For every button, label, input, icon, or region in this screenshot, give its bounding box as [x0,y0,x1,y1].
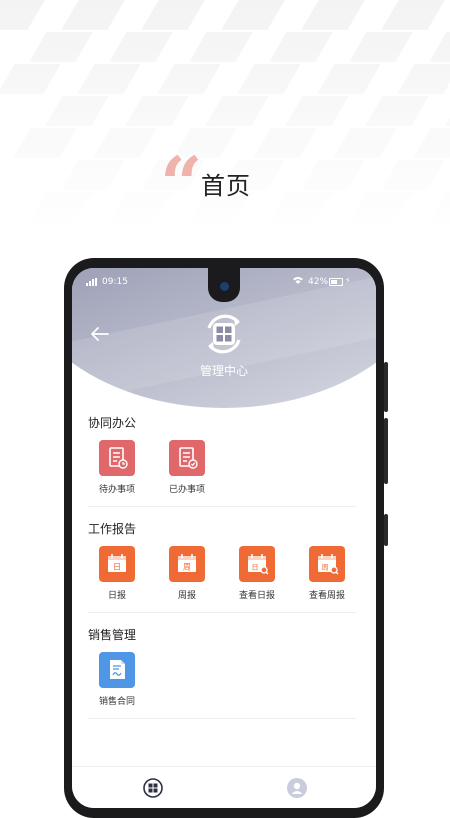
front-camera-icon [219,281,230,292]
battery-percent: 42% [308,277,329,287]
section-divider [88,612,356,613]
weekly-report-button[interactable]: 周 周报 [157,546,217,606]
tile-label: 销售合同 [98,697,135,707]
section-title: 协同办公 [88,416,137,430]
tab-profile-icon[interactable] [286,777,308,799]
view-daily-report-button[interactable]: 日 查看日报 [227,546,287,606]
battery-icon [329,278,343,286]
done-doc-icon [169,440,205,476]
page-heading: 首页 [201,172,251,200]
bottom-tab-bar [72,766,376,808]
view-weekly-icon: 周 [309,546,345,582]
app-title: 管理中心 [199,364,248,378]
status-time: 09:15 [102,277,128,287]
camera-notch [208,268,240,302]
svg-text:周: 周 [183,563,191,572]
tile-label: 待办事项 [98,485,135,495]
tile-label: 日报 [107,591,126,601]
svg-text:日: 日 [113,563,121,572]
view-weekly-report-button[interactable]: 周 查看周报 [297,546,357,606]
section-title: 工作报告 [88,522,137,536]
done-items-button[interactable]: 已办事项 [157,440,217,500]
section-divider [88,718,356,719]
todo-doc-icon [99,440,135,476]
charging-icon: ⚡ [345,276,351,285]
phone-frame: 09:15 42% ⚡ 管理中心 协同办公 待办事项 已办事项 工作报告 日 日… [64,258,388,818]
wifi-icon [293,276,303,287]
tile-label: 已办事项 [168,485,205,495]
phone-side-button [384,418,388,484]
signal-icon [86,278,98,286]
quote-mark: “ [160,142,203,228]
tab-home-icon[interactable] [142,777,164,799]
phone-side-button [384,514,388,546]
back-arrow-icon[interactable] [91,326,113,341]
section-divider [88,506,356,507]
headline: “ 首页 [0,148,450,222]
section-title: 销售管理 [88,628,137,642]
phone-side-button [384,362,388,412]
weekly-calendar-icon: 周 [169,546,205,582]
sales-contract-button[interactable]: 销售合同 [87,652,147,712]
management-center-logo-icon [200,310,248,358]
daily-calendar-icon: 日 [99,546,135,582]
contract-icon [99,652,135,688]
svg-text:周: 周 [322,564,329,572]
tile-label: 查看周报 [308,591,345,601]
daily-report-button[interactable]: 日 日报 [87,546,147,606]
view-daily-icon: 日 [239,546,275,582]
svg-text:日: 日 [252,564,259,572]
phone-screen: 09:15 42% ⚡ 管理中心 协同办公 待办事项 已办事项 工作报告 日 日… [72,268,376,808]
todo-items-button[interactable]: 待办事项 [87,440,147,500]
tile-label: 查看日报 [238,591,275,601]
tile-label: 周报 [177,591,196,601]
